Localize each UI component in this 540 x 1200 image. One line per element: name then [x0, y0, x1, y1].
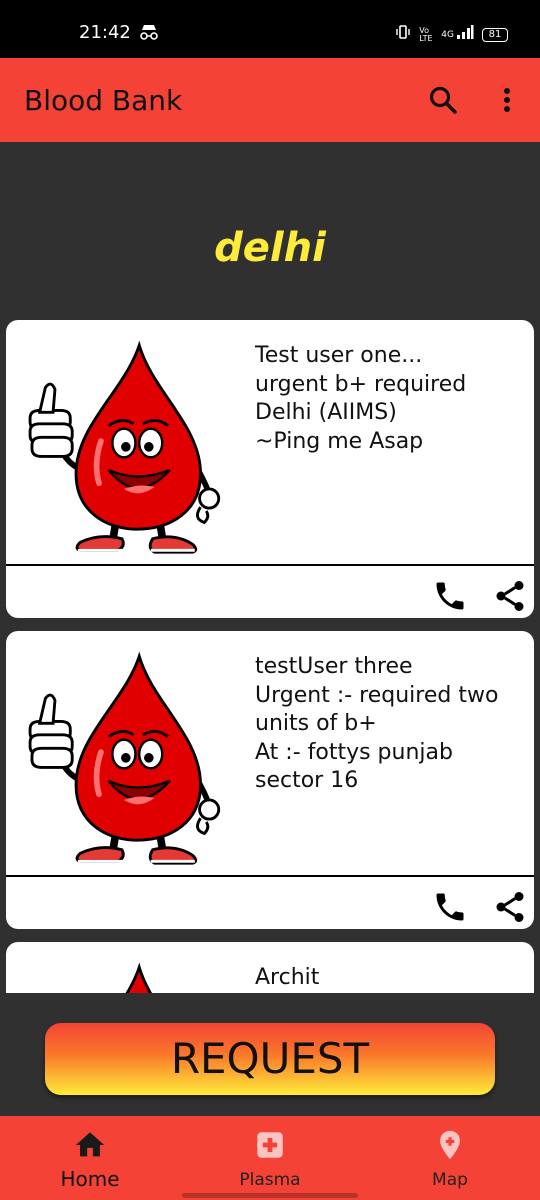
- city-title: delhi: [214, 225, 326, 271]
- signal-icon: [456, 24, 474, 45]
- call-icon[interactable]: [432, 578, 468, 614]
- card-divider: [6, 564, 534, 566]
- network-label: 4G: [441, 29, 454, 40]
- map-pin-icon: [433, 1128, 467, 1162]
- share-icon[interactable]: [492, 889, 528, 925]
- nav-item-map[interactable]: Map: [360, 1116, 540, 1200]
- incognito-icon: [139, 24, 159, 45]
- post-card[interactable]: Archit: [6, 942, 534, 993]
- call-icon[interactable]: [432, 889, 468, 925]
- nav-label-map: Map: [432, 1170, 468, 1190]
- share-icon[interactable]: [492, 578, 528, 614]
- medical-cross-icon: [253, 1128, 287, 1162]
- status-time: 21:42: [79, 22, 131, 43]
- app-bar: Blood Bank: [0, 58, 540, 142]
- status-bar: 21:42 Vo LTE 4G 81: [0, 0, 540, 58]
- nav-label-home: Home: [60, 1167, 120, 1191]
- home-icon: [73, 1128, 107, 1162]
- more-vert-icon[interactable]: [494, 85, 520, 115]
- nav-label-plasma: Plasma: [239, 1170, 301, 1190]
- post-list[interactable]: Test user one... urgent b+ required Delh…: [0, 320, 540, 993]
- nav-item-home[interactable]: Home: [0, 1116, 180, 1200]
- volte-label: Vo LTE: [419, 25, 433, 43]
- post-text: testUser three Urgent :- required two un…: [255, 654, 499, 793]
- search-icon[interactable]: [428, 85, 458, 115]
- post-card[interactable]: Test user one... urgent b+ required Delh…: [6, 320, 534, 618]
- status-icons: Vo LTE 4G 81: [395, 24, 508, 45]
- app-title: Blood Bank: [24, 84, 183, 117]
- battery-icon: 81: [482, 27, 508, 42]
- bottom-nav: Home Plasma Map: [0, 1116, 540, 1200]
- post-text: Archit: [255, 965, 320, 990]
- blood-drop-mascot-image: [12, 641, 232, 867]
- post-text: Test user one... urgent b+ required Delh…: [255, 343, 467, 454]
- card-divider: [6, 875, 534, 877]
- nav-item-plasma[interactable]: Plasma: [180, 1116, 360, 1200]
- vibrate-icon: [395, 24, 411, 45]
- post-card[interactable]: testUser three Urgent :- required two un…: [6, 631, 534, 929]
- request-button[interactable]: REQUEST: [45, 1023, 495, 1095]
- home-indicator: [182, 1193, 358, 1198]
- blood-drop-mascot-image: [12, 330, 232, 556]
- blood-drop-mascot-image: [12, 952, 232, 993]
